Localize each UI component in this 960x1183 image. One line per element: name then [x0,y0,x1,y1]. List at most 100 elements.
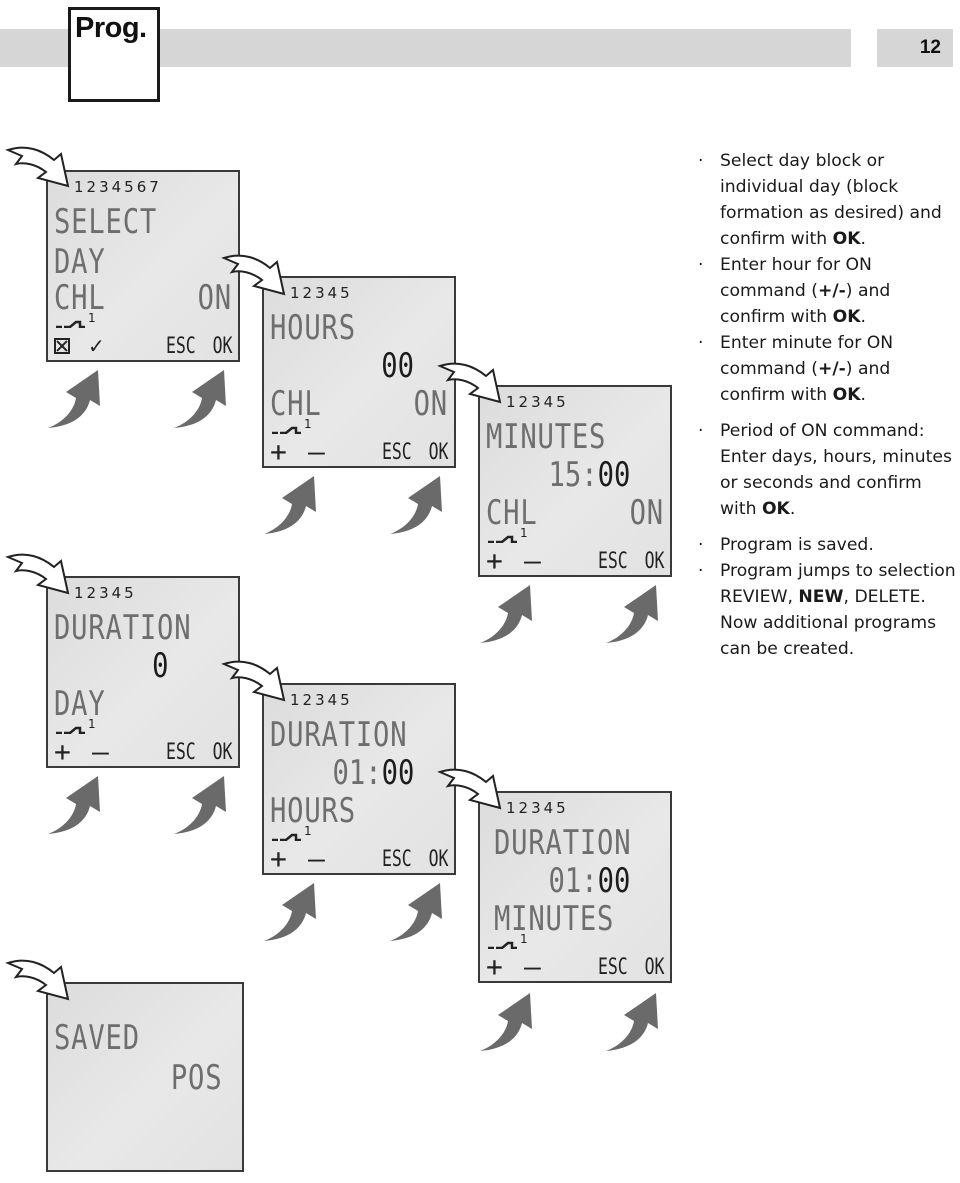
lcd-line-1: DURATION [270,715,408,755]
instruction-item: Select day block or individual day (bloc… [698,148,960,252]
section-tab: Prog. [68,7,160,102]
instruction-item: Enter hour for ON command (+/-) and conf… [698,252,960,330]
lcd-line-1: HOURS [270,308,356,348]
deselect-box-icon[interactable] [54,338,70,354]
weekday-indicator: 12345 [290,284,353,302]
lcd-line-3-left: DAY [54,684,106,724]
lcd-screen-hours: 12345 HOURS 00 CHL ON 1 + — ESC OK [262,276,456,468]
ok-softkey[interactable]: OK [428,440,448,465]
channel-number: 1 [88,717,96,731]
instruction-item: Program jumps to selection REVIEW, NEW, … [698,558,960,662]
lcd-screen-saved: SAVED POS [46,982,244,1172]
softkey-row: + — ESC OK [270,438,448,466]
weekday-indicator: 1234567 [74,178,162,196]
weekday-indicator: 12345 [506,799,569,817]
checkmark-icon[interactable]: ✓ [88,334,105,358]
lcd-line-1: SAVED [54,1018,140,1058]
plus-softkey[interactable]: + [270,438,308,466]
lcd-screen-duration-day: 12345 DURATION 0 DAY 1 + — ESC OK [46,576,240,768]
channel-number: 1 [520,932,528,946]
channel-number: 1 [520,526,528,540]
esc-softkey[interactable]: ESC [166,334,196,359]
press-arrow-icon [390,476,442,534]
channel-switch-icon [488,941,517,949]
weekday-indicator: 12345 [290,691,353,709]
esc-softkey[interactable]: ESC [382,440,412,465]
esc-softkey[interactable]: ESC [166,740,196,765]
press-arrow-icon [480,993,532,1051]
channel-switch-icon [272,833,301,841]
section-tab-label: Prog. [75,12,147,44]
esc-softkey[interactable]: ESC [598,549,628,574]
press-arrow-icon [48,370,100,428]
channel-number: 1 [88,311,96,325]
plus-softkey[interactable]: + [486,547,524,575]
minus-softkey[interactable]: — [308,845,325,873]
weekday-indicator: 12345 [506,393,569,411]
softkey-row: + — ESC OK [270,845,448,873]
channel-switch-icon [56,726,85,734]
softkey-row: ✓ ESC OK [54,334,232,359]
ok-softkey[interactable]: OK [212,740,232,765]
press-arrow-icon [174,370,226,428]
lcd-value: 01:00 [332,753,414,793]
softkey-row: + — ESC OK [486,547,664,575]
lcd-screen-duration-minutes: 12345 DURATION 01:00 MINUTES 1 + — ESC O… [478,791,672,983]
press-arrow-icon [174,776,226,834]
press-arrow-icon [390,883,442,941]
softkey-row: + — ESC OK [54,738,232,766]
minus-softkey[interactable]: — [92,738,109,766]
press-arrow-icon [606,585,658,643]
step-arrow-icon [221,254,286,296]
lcd-screen-minutes: 12345 MINUTES 15:00 CHL ON 1 + — ESC OK [478,385,672,577]
ok-softkey[interactable]: OK [644,955,664,980]
step-arrow-icon [5,146,70,188]
lcd-line-1: MINUTES [486,417,607,457]
channel-switch-icon [272,426,301,434]
lcd-value: 15:00 [548,455,630,495]
lcd-line-2-right: POS [170,1058,222,1098]
press-arrow-icon [264,476,316,534]
esc-softkey[interactable]: ESC [382,847,412,872]
plus-softkey[interactable]: + [54,738,92,766]
minus-softkey[interactable]: — [524,547,541,575]
lcd-line-3-left: CHL [54,278,106,318]
press-arrow-icon [264,883,316,941]
step-arrow-icon [221,660,286,702]
press-arrow-icon [480,585,532,643]
lcd-line-3-left: HOURS [270,791,356,831]
plus-softkey[interactable]: + [270,845,308,873]
lcd-value: 00 [381,346,414,386]
step-arrow-icon [437,362,502,404]
minus-softkey[interactable]: — [524,953,541,981]
page-number-box: 12 [877,29,953,67]
lcd-line-1: DURATION [494,823,632,863]
ok-softkey[interactable]: OK [428,847,448,872]
channel-number: 1 [304,824,312,838]
plus-softkey[interactable]: + [486,953,524,981]
page-number: 12 [919,37,941,58]
ok-softkey[interactable]: OK [212,334,232,359]
channel-switch-icon [488,535,517,543]
channel-switch-icon [56,320,85,328]
lcd-value: 01:00 [548,861,630,901]
press-arrow-icon [48,776,100,834]
press-arrow-icon [606,993,658,1051]
instruction-item: Period of ON command: Enter days, hours,… [698,418,960,522]
lcd-screen-select-day: 1234567 SELECT DAY CHL ON 1 ✓ ESC OK [46,170,240,362]
step-arrow-icon [5,959,70,1001]
minus-softkey[interactable]: — [308,438,325,466]
lcd-value: 0 [151,646,168,686]
channel-number: 1 [304,417,312,431]
lcd-line-1: DURATION [54,608,192,648]
weekday-indicator: 12345 [74,584,137,602]
lcd-screen-duration-hours: 12345 DURATION 01:00 HOURS 1 + — ESC OK [262,683,456,875]
instruction-list: Select day block or individual day (bloc… [698,148,960,662]
ok-softkey[interactable]: OK [644,549,664,574]
step-arrow-icon [5,553,70,595]
step-arrow-icon [437,768,502,810]
lcd-line-1: SELECT [54,202,158,242]
lcd-line-2: DAY [54,242,106,282]
lcd-line-3-right: ON [629,493,664,533]
esc-softkey[interactable]: ESC [598,955,628,980]
